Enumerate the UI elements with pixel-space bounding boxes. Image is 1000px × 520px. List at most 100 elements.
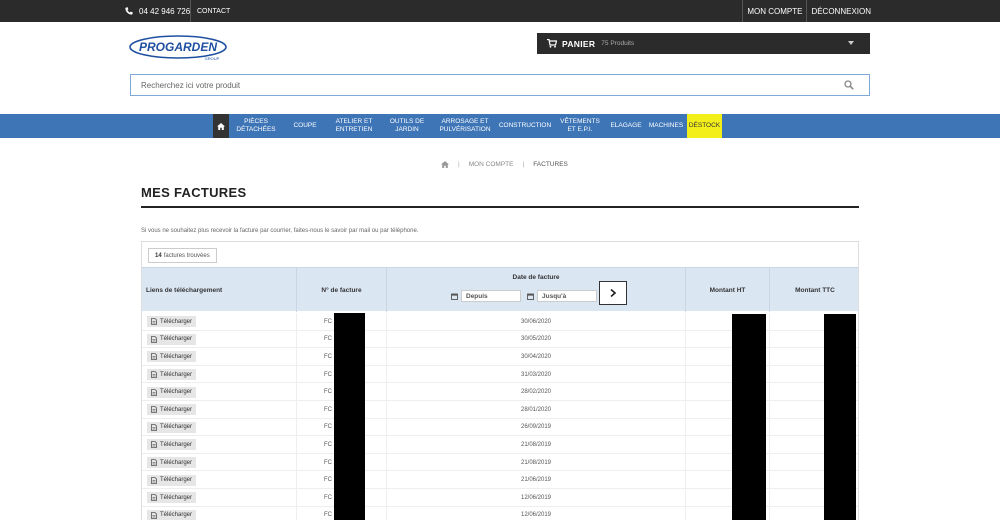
contact-link[interactable]: CONTACT xyxy=(190,0,230,22)
nav-item-construction[interactable]: CONSTRUCTION xyxy=(497,114,553,138)
download-cell: Télécharger xyxy=(142,313,297,331)
download-cell: Télécharger xyxy=(142,348,297,366)
invoice-number: FC xyxy=(324,336,332,343)
download-cell: Télécharger xyxy=(142,453,297,472)
invoice-number: FC xyxy=(324,353,332,360)
nav-home[interactable] xyxy=(213,114,229,138)
nav-item-arrosage[interactable]: ARROSAGE ET PULVÉRISATION xyxy=(433,114,497,138)
date-to-input[interactable]: Jusqu'à xyxy=(537,290,597,302)
nav-item-outils[interactable]: OUTILS DE JARDIN xyxy=(381,114,433,138)
invoice-date-cell: 21/08/2019 xyxy=(387,453,686,472)
calendar-icon xyxy=(451,293,458,300)
chevron-right-icon xyxy=(610,289,616,297)
results-label: factures trouvées xyxy=(163,252,210,259)
breadcrumb-account[interactable]: MON COMPTE xyxy=(469,161,514,168)
file-icon xyxy=(151,353,157,361)
search-bar xyxy=(130,74,870,96)
table-header: Liens de téléchargement N° de facture Da… xyxy=(142,267,858,312)
redaction-block xyxy=(732,314,766,520)
invoice-date-cell: 28/01/2020 xyxy=(387,400,686,419)
apply-date-filter-button[interactable] xyxy=(599,281,627,305)
progarden-logo[interactable]: PROGARDEN GROUP xyxy=(128,34,228,62)
cart-icon xyxy=(547,39,557,48)
download-button[interactable]: Télécharger xyxy=(147,404,197,416)
col-invoice-no-header[interactable]: N° de facture xyxy=(297,268,387,312)
home-icon xyxy=(217,122,225,130)
download-label: Télécharger xyxy=(160,441,193,448)
download-cell: Télécharger xyxy=(142,365,297,384)
invoice-date: 31/03/2020 xyxy=(520,371,552,378)
nav-item-coupe[interactable]: COUPE xyxy=(283,114,327,138)
invoice-date: 30/05/2020 xyxy=(520,336,552,343)
invoice-date: 12/06/2019 xyxy=(520,494,552,501)
download-label: Télécharger xyxy=(160,406,193,413)
download-button[interactable]: Télécharger xyxy=(147,474,197,486)
redaction-block xyxy=(334,313,365,520)
nav-item-pieces[interactable]: PIÈCES DÉTACHÉES xyxy=(229,114,283,138)
download-cell: Télécharger xyxy=(142,436,297,454)
invoice-date: 30/04/2020 xyxy=(520,353,552,360)
main-nav: PIÈCES DÉTACHÉES COUPE ATELIER ET ENTRET… xyxy=(0,114,1000,138)
logout-link[interactable]: DÉCONNEXION xyxy=(806,0,875,22)
invoice-date: 26/09/2019 xyxy=(520,424,552,431)
nav-item-elagage[interactable]: ELAGAGE xyxy=(607,114,645,138)
nav-item-vetements[interactable]: VÊTEMENTS ET E.P.I. xyxy=(553,114,607,138)
col-date-header: Date de facture Depuis Jusqu'à xyxy=(387,268,686,312)
file-icon xyxy=(151,494,157,502)
file-icon xyxy=(151,406,157,414)
download-label: Télécharger xyxy=(160,371,193,378)
download-cell: Télécharger xyxy=(142,383,297,401)
invoice-number: FC xyxy=(324,371,332,378)
invoice-date-cell: 12/06/2019 xyxy=(387,506,686,520)
download-button[interactable]: Télécharger xyxy=(147,509,197,520)
invoice-date-cell: 21/06/2019 xyxy=(387,471,686,489)
search-input[interactable] xyxy=(131,76,821,94)
file-icon xyxy=(151,511,157,519)
invoice-date: 12/06/2019 xyxy=(520,512,552,519)
date-filter: Depuis Jusqu'à xyxy=(445,281,627,305)
file-icon xyxy=(151,318,157,326)
download-button[interactable]: Télécharger xyxy=(147,439,197,451)
download-label: Télécharger xyxy=(160,318,193,325)
chevron-down-icon[interactable] xyxy=(848,41,854,45)
results-count-badge: 14 factures trouvées xyxy=(148,248,217,263)
download-button[interactable]: Télécharger xyxy=(147,316,197,328)
download-cell: Télécharger xyxy=(142,506,297,520)
download-button[interactable]: Télécharger xyxy=(147,421,197,433)
invoices-table: 14 factures trouvées Liens de télécharge… xyxy=(141,241,859,520)
invoice-number: FC xyxy=(324,318,332,325)
col-ht-header[interactable]: Montant HT xyxy=(686,268,770,312)
download-label: Télécharger xyxy=(160,477,193,484)
my-account-link[interactable]: MON COMPTE xyxy=(742,0,806,22)
cart-label: PANIER xyxy=(562,38,596,49)
invoice-date: 30/06/2020 xyxy=(520,318,552,325)
download-cell: Télécharger xyxy=(142,330,297,349)
download-button[interactable]: Télécharger xyxy=(147,351,197,363)
page-title: MES FACTURES xyxy=(141,185,247,200)
phone-contact[interactable]: 04 42 946 726 xyxy=(125,0,190,22)
invoice-date: 28/01/2020 xyxy=(520,406,552,413)
download-button[interactable]: Télécharger xyxy=(147,369,197,381)
download-cell: Télécharger xyxy=(142,418,297,437)
download-button[interactable]: Télécharger xyxy=(147,457,197,469)
nav-item-destock[interactable]: DÉSTOCK xyxy=(687,114,722,138)
date-from-input[interactable]: Depuis xyxy=(461,290,521,302)
file-icon xyxy=(151,423,157,431)
svg-text:PROGARDEN: PROGARDEN xyxy=(139,40,217,54)
download-button[interactable]: Télécharger xyxy=(147,492,197,504)
invoice-number: FC xyxy=(324,459,332,466)
home-icon[interactable] xyxy=(441,160,449,168)
invoice-number: FC xyxy=(324,389,332,396)
col-ttc-header[interactable]: Montant TTC xyxy=(770,268,858,312)
cart-button[interactable]: PANIER 75 Produits xyxy=(537,33,870,54)
invoice-date: 21/06/2019 xyxy=(520,477,552,484)
search-icon[interactable] xyxy=(844,80,854,90)
nav-item-atelier[interactable]: ATELIER ET ENTRETIEN xyxy=(327,114,381,138)
download-cell: Télécharger xyxy=(142,488,297,507)
download-button[interactable]: Télécharger xyxy=(147,386,197,398)
download-button[interactable]: Télécharger xyxy=(147,333,197,345)
nav-item-machines[interactable]: MACHINES xyxy=(645,114,687,138)
phone-number: 04 42 946 726 xyxy=(139,6,191,16)
invoice-date: 21/08/2019 xyxy=(520,441,552,448)
account-links: MON COMPTE DÉCONNEXION xyxy=(742,0,875,22)
